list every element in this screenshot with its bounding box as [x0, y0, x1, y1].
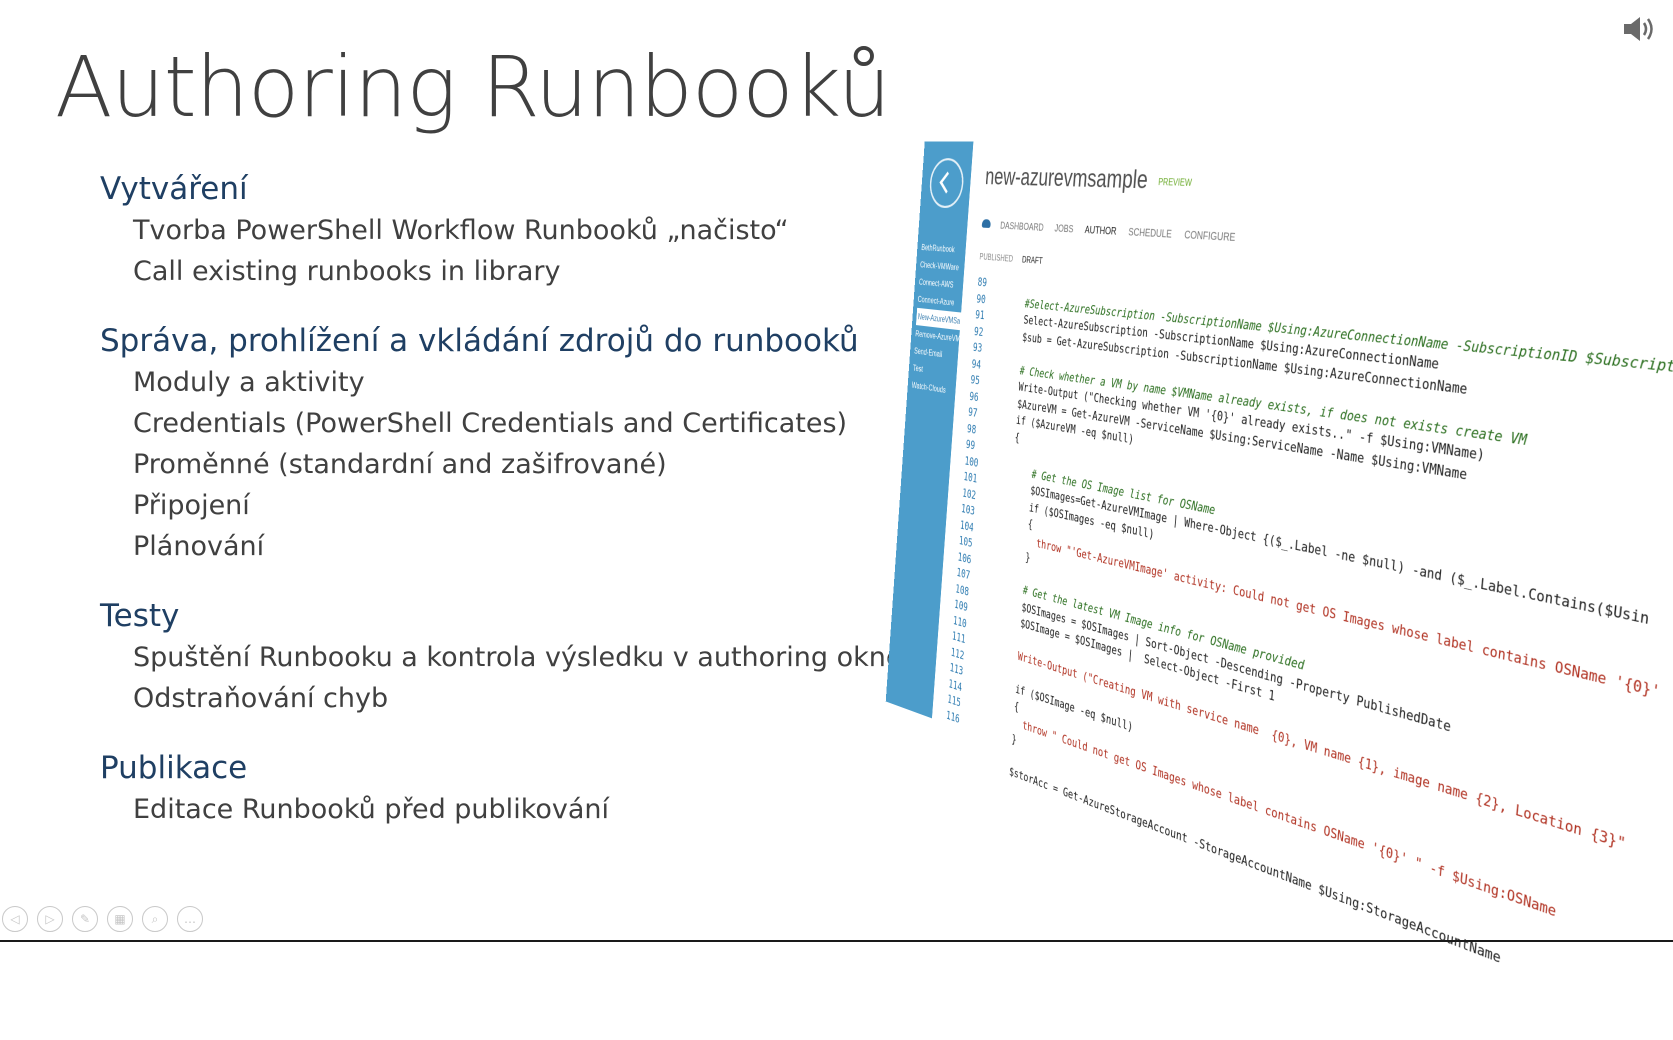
code-editor: 89 90 #Select-AzureSubscription -Subscrip… — [943, 275, 1673, 1040]
section: Testy Spuštění Runbooku a kontrola výsled… — [100, 595, 920, 719]
section: Správa, prohlížení a vkládání zdrojů do … — [100, 320, 920, 567]
runbook-tab: DASHBOARD — [1000, 220, 1044, 233]
runbook-title: new-azurevmsample PREVIEW — [984, 163, 1193, 197]
bullet-item: Call existing runbooks in library — [100, 251, 920, 292]
section-heading: Publikace — [100, 747, 920, 789]
runbook-tab: SCHEDULE — [1128, 226, 1172, 240]
runbook-tab: AUTHOR — [1084, 224, 1117, 237]
previous-slide-icon-glyph: ◁ — [3, 907, 27, 931]
slideshow-controls: ◁ ▷ ✎ ▦ ⌕ … — [2, 906, 212, 936]
pen-icon-glyph: ✎ — [73, 907, 97, 931]
section-heading: Správa, prohlížení a vkládání zdrojů do … — [100, 320, 920, 362]
code-text: { — [996, 427, 1021, 444]
runbook-editor-main: new-azurevmsample PREVIEW DASHBOARD JOBS A… — [939, 141, 1673, 995]
cloud-icon — [982, 219, 991, 228]
section-heading: Vytváření — [100, 168, 920, 210]
bullet-item: Tvorba PowerShell Workflow Runbooků „nač… — [100, 210, 920, 251]
line-number — [944, 749, 972, 760]
previous-slide-icon[interactable]: ◁ — [2, 906, 28, 932]
next-slide-icon-glyph: ▷ — [38, 907, 62, 931]
section: Vytváření Tvorba PowerShell Workflow Runb… — [100, 168, 920, 292]
slide-title: Authoring Runbooků — [55, 38, 890, 136]
bullet-item: Editace Runbooků před publikování — [100, 789, 920, 830]
section: Publikace Editace Runbooků před publiková… — [100, 747, 920, 830]
next-slide-icon[interactable]: ▷ — [37, 906, 63, 932]
bullet-item: Odstraňování chyb — [100, 678, 920, 719]
runbook-list: BethRunbook Check-VMWare Connect-AWS Connec… — [911, 239, 966, 401]
pen-icon[interactable]: ✎ — [72, 906, 98, 932]
bullet-item: Plánování — [100, 526, 920, 567]
runbook-name: new-azurevmsample — [984, 163, 1149, 194]
code-text — [973, 735, 974, 747]
runbook-tab: CONFIGURE — [1184, 229, 1236, 244]
bottom-divider — [0, 940, 1673, 942]
runbook-subtab: DRAFT — [1022, 255, 1043, 266]
slide-content: Vytváření Tvorba PowerShell Workflow Runb… — [100, 168, 920, 858]
section-heading: Testy — [100, 595, 920, 637]
bullet-item: Připojení — [100, 485, 920, 526]
more-options-icon-glyph: … — [178, 907, 202, 931]
speaker-icon[interactable] — [1621, 14, 1655, 44]
runbook-editor-window: BethRunbook Check-VMWare Connect-AWS Connec… — [886, 141, 1673, 995]
zoom-icon[interactable]: ⌕ — [142, 906, 168, 932]
bullet-item: Spuštění Runbooku a kontrola výsledku v … — [100, 637, 920, 678]
bullet-item: Credentials (PowerShell Credentials and … — [100, 403, 920, 444]
runbook-tabs: DASHBOARD JOBS AUTHOR SCHEDULE CONFIGURE — [981, 212, 1250, 247]
zoom-icon-glyph: ⌕ — [143, 907, 167, 931]
runbook-subtabs: PUBLISHED DRAFT — [979, 243, 1053, 269]
back-arrow-icon — [928, 158, 965, 209]
more-options-icon[interactable]: … — [177, 906, 203, 932]
runbook-editor-screenshot: BethRunbook Check-VMWare Connect-AWS Connec… — [905, 145, 1665, 875]
runbook-tab: JOBS — [1054, 223, 1074, 235]
bullet-item: Proměnné (standardní and zašifrované) — [100, 444, 920, 485]
preview-badge: PREVIEW — [1158, 176, 1192, 187]
bullet-item: Moduly a aktivity — [100, 362, 920, 403]
slides-grid-icon[interactable]: ▦ — [107, 906, 133, 932]
slides-grid-icon-glyph: ▦ — [108, 907, 132, 931]
runbook-subtab: PUBLISHED — [979, 252, 1013, 264]
